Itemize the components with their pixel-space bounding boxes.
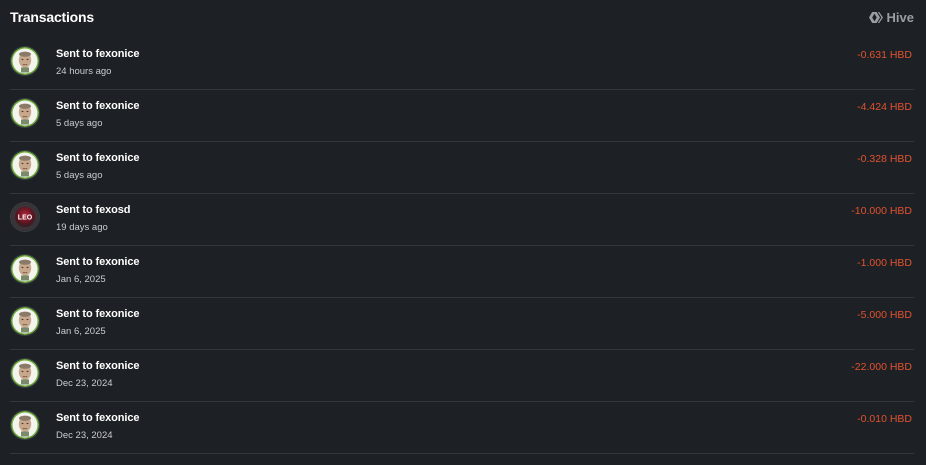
transaction-row[interactable]: Sent to fexonice Jan 6, 2025 -5.000 HBD xyxy=(10,298,914,350)
transaction-time: 24 hours ago xyxy=(56,66,112,77)
transaction-amount: -0.328 HBD xyxy=(857,153,912,165)
avatar-fexonice[interactable] xyxy=(10,98,40,128)
transaction-amount: -1.000 HBD xyxy=(857,257,912,269)
avatar-leo[interactable]: LEO xyxy=(10,202,40,232)
avatar-fexonice[interactable] xyxy=(10,46,40,76)
transaction-amount: -0.010 HBD xyxy=(857,413,912,425)
transaction-amount: -4.424 HBD xyxy=(857,101,912,113)
avatar-fexonice[interactable] xyxy=(10,410,40,440)
transaction-time: Dec 23, 2024 xyxy=(56,430,113,441)
transaction-time: 5 days ago xyxy=(56,170,103,181)
avatar-fexonice[interactable] xyxy=(10,254,40,284)
transaction-amount: -0.631 HBD xyxy=(857,49,912,61)
hive-brand[interactable]: Hive xyxy=(868,9,914,25)
panel-header: Transactions Hive xyxy=(10,6,914,28)
avatar-fexonice[interactable] xyxy=(10,150,40,180)
transaction-label: Sent to fexonice xyxy=(56,412,140,424)
transaction-time: Jan 6, 2025 xyxy=(56,326,106,337)
transaction-time: Dec 23, 2024 xyxy=(56,378,113,389)
hive-brand-label: Hive xyxy=(886,9,914,25)
transaction-row[interactable]: LEO Sent to fexosd 19 days ago -10.000 H… xyxy=(10,194,914,246)
transaction-row[interactable]: Sent to fexonice 24 hours ago -0.631 HBD xyxy=(10,38,914,90)
transaction-label: Sent to fexonice xyxy=(56,256,140,268)
hive-logo-icon xyxy=(868,11,883,24)
avatar-fexonice[interactable] xyxy=(10,306,40,336)
transaction-time: 5 days ago xyxy=(56,118,103,129)
transaction-label: Sent to fexonice xyxy=(56,360,140,372)
avatar-fexonice[interactable] xyxy=(10,358,40,388)
transaction-label: Sent to fexonice xyxy=(56,48,140,60)
transaction-label: Sent to fexonice xyxy=(56,308,140,320)
transaction-row[interactable]: Sent to fexonice Jan 6, 2025 -1.000 HBD xyxy=(10,246,914,298)
transaction-amount: -10.000 HBD xyxy=(851,205,912,217)
leo-avatar-text: LEO xyxy=(18,215,33,222)
transaction-time: Jan 6, 2025 xyxy=(56,274,106,285)
transaction-row[interactable]: Sent to fexonice 5 days ago -4.424 HBD xyxy=(10,90,914,142)
transaction-row[interactable]: Sent to fexonice Dec 23, 2024 -22.000 HB… xyxy=(10,350,914,402)
transaction-time: 19 days ago xyxy=(56,222,108,233)
transaction-label: Sent to fexonice xyxy=(56,152,140,164)
transaction-list: Sent to fexonice 24 hours ago -0.631 HBD… xyxy=(10,38,914,454)
transaction-row[interactable]: Sent to fexonice 5 days ago -0.328 HBD xyxy=(10,142,914,194)
panel-title: Transactions xyxy=(10,9,94,25)
transaction-amount: -5.000 HBD xyxy=(857,309,912,321)
transaction-label: Sent to fexosd xyxy=(56,204,131,216)
transaction-row[interactable]: Sent to fexonice Dec 23, 2024 -0.010 HBD xyxy=(10,402,914,454)
transaction-amount: -22.000 HBD xyxy=(851,361,912,373)
transactions-panel: Transactions Hive Sent to fexonice 24 ho… xyxy=(0,0,926,465)
transaction-label: Sent to fexonice xyxy=(56,100,140,112)
